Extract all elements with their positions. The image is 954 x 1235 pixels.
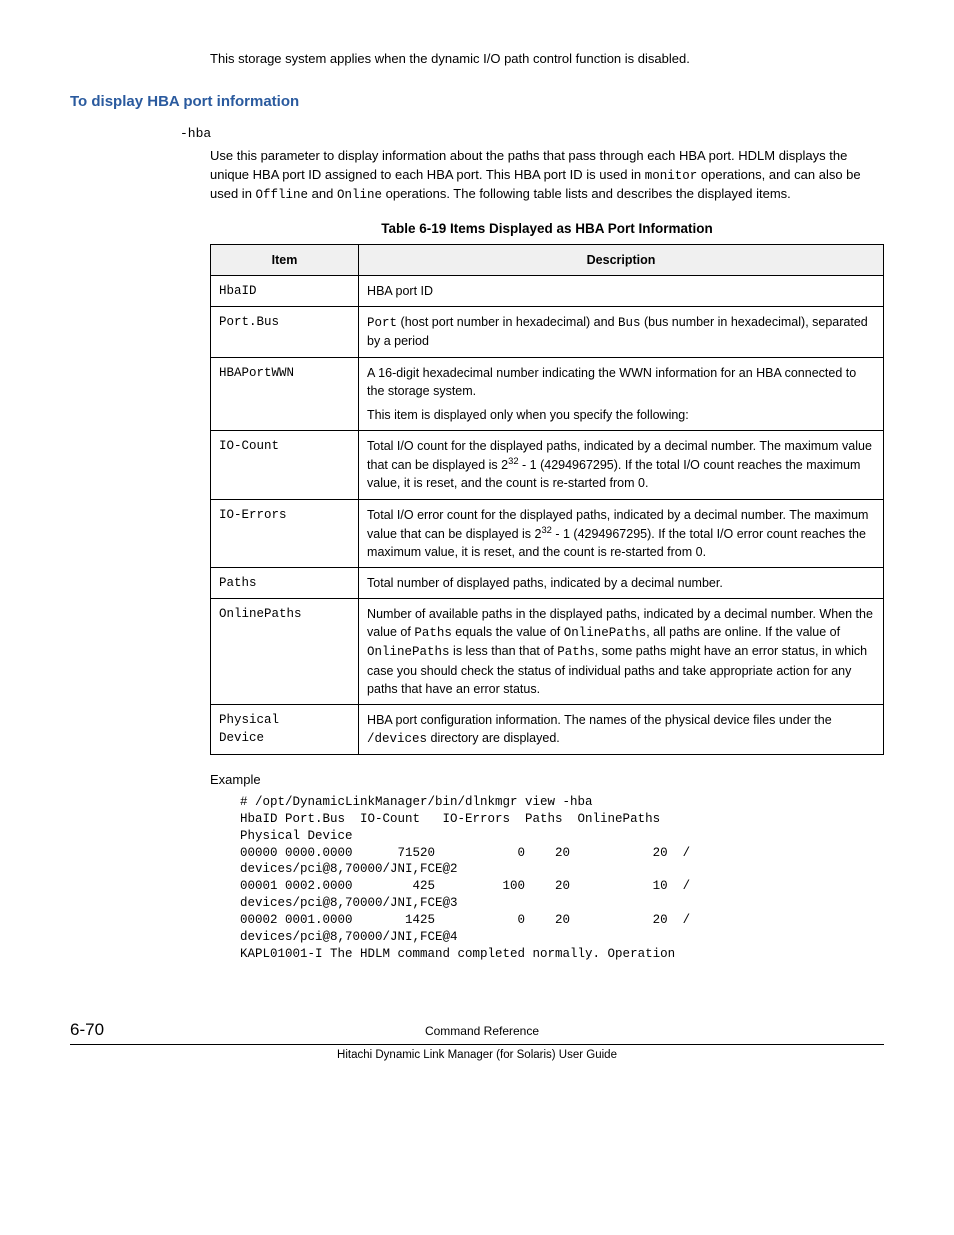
page-number: 6-70 <box>70 1018 104 1043</box>
footer-title: Hitachi Dynamic Link Manager (for Solari… <box>70 1047 884 1064</box>
text: A 16-digit hexadecimal number indicating… <box>367 364 875 400</box>
desc-cell: A 16-digit hexadecimal number indicating… <box>359 357 884 430</box>
table-row: OnlinePaths Number of available paths in… <box>211 599 884 705</box>
page-footer: 6-70 Command Reference 6-70 Hitachi Dyna… <box>70 1018 884 1064</box>
item-cell: OnlinePaths <box>211 599 359 705</box>
inline-code: Paths <box>557 645 595 659</box>
footer-section: Command Reference <box>104 1023 860 1040</box>
text: Physical <box>219 711 350 729</box>
section-heading: To display HBA port information <box>70 91 884 113</box>
example-output: # /opt/DynamicLinkManager/bin/dlnkmgr vi… <box>240 794 884 963</box>
table-row: Physical Device HBA port configuration i… <box>211 704 884 754</box>
intro-paragraph: This storage system applies when the dyn… <box>210 50 884 69</box>
param-description: Use this parameter to display informatio… <box>210 147 884 204</box>
item-cell: Physical Device <box>211 704 359 754</box>
desc-cell: HBA port configuration information. The … <box>359 704 884 754</box>
desc-cell: Number of available paths in the display… <box>359 599 884 705</box>
superscript: 32 <box>508 456 518 466</box>
table-row: Port.Bus Port (host port number in hexad… <box>211 307 884 357</box>
item-cell: HBAPortWWN <box>211 357 359 430</box>
table-caption: Table 6-19 Items Displayed as HBA Port I… <box>210 219 884 239</box>
superscript: 32 <box>541 525 551 535</box>
hba-info-table: Item Description HbaID HBA port ID Port.… <box>210 244 884 755</box>
text: and <box>308 186 337 201</box>
table-header-row: Item Description <box>211 245 884 276</box>
table-row: IO-Errors Total I/O error count for the … <box>211 499 884 568</box>
text: HBA port configuration information. The … <box>367 713 832 727</box>
table-row: HBAPortWWN A 16-digit hexadecimal number… <box>211 357 884 430</box>
inline-code: /devices <box>367 732 427 746</box>
inline-code: OnlinePaths <box>564 626 647 640</box>
desc-cell: HBA port ID <box>359 276 884 307</box>
text: directory are displayed. <box>427 731 560 745</box>
item-cell: HbaID <box>211 276 359 307</box>
text: (host port number in hexadecimal) and <box>397 315 618 329</box>
desc-cell: Total I/O error count for the displayed … <box>359 499 884 568</box>
text: This item is displayed only when you spe… <box>367 406 875 424</box>
inline-code: Paths <box>414 626 452 640</box>
text: equals the value of <box>452 625 564 639</box>
example-label: Example <box>210 771 884 790</box>
table-row: HbaID HBA port ID <box>211 276 884 307</box>
table-row: Paths Total number of displayed paths, i… <box>211 568 884 599</box>
text: Device <box>219 729 350 747</box>
param-name: -hba <box>180 125 884 144</box>
table-row: IO-Count Total I/O count for the display… <box>211 430 884 499</box>
text: , all paths are online. If the value of <box>646 625 840 639</box>
desc-cell: Total I/O count for the displayed paths,… <box>359 430 884 499</box>
col-header-item: Item <box>211 245 359 276</box>
inline-code: Offline <box>256 188 309 202</box>
inline-code: Online <box>337 188 382 202</box>
inline-code: OnlinePaths <box>367 645 450 659</box>
desc-cell: Port (host port number in hexadecimal) a… <box>359 307 884 357</box>
item-cell: Paths <box>211 568 359 599</box>
text: is less than that of <box>450 644 558 658</box>
item-cell: IO-Errors <box>211 499 359 568</box>
col-header-description: Description <box>359 245 884 276</box>
item-cell: IO-Count <box>211 430 359 499</box>
inline-code: Port <box>367 316 397 330</box>
desc-cell: Total number of displayed paths, indicat… <box>359 568 884 599</box>
inline-code: Bus <box>618 316 641 330</box>
item-cell: Port.Bus <box>211 307 359 357</box>
text: operations. The following table lists an… <box>382 186 791 201</box>
inline-code: monitor <box>645 169 698 183</box>
